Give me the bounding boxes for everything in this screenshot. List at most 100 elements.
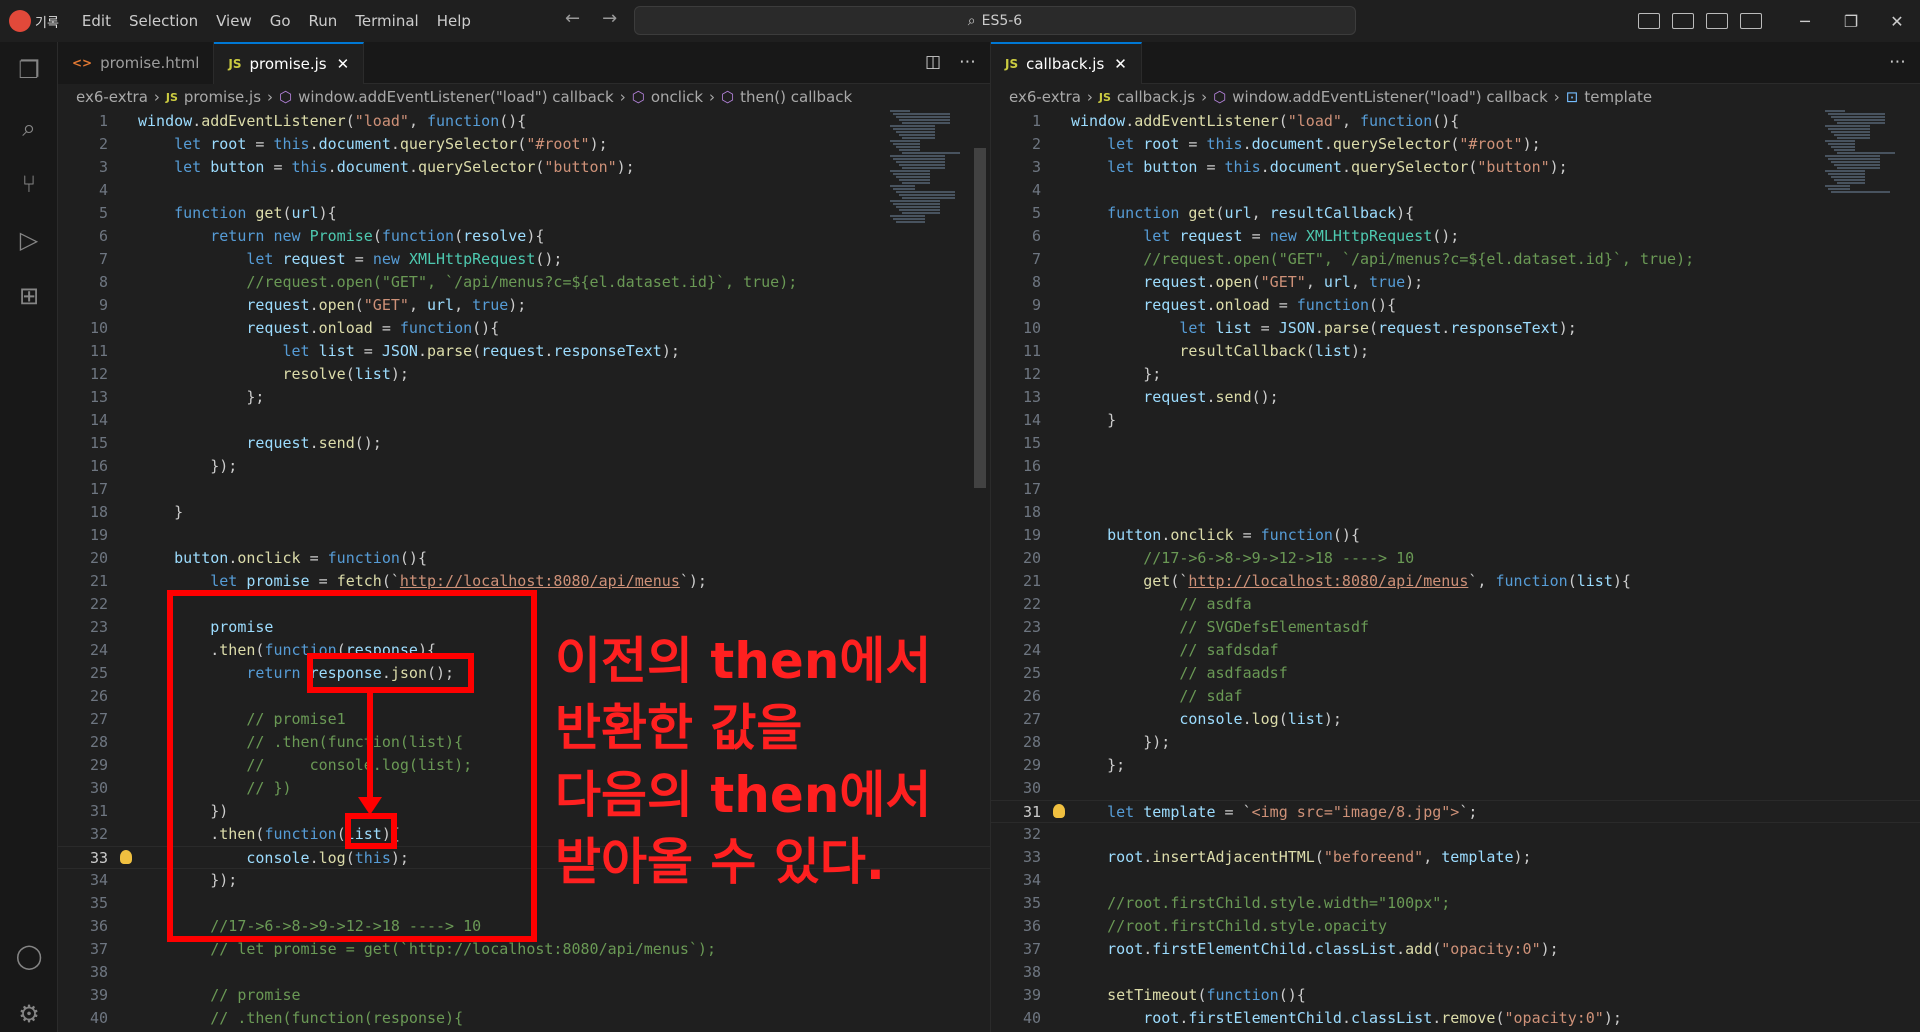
code-line[interactable]: 18 } (58, 501, 990, 524)
code-line[interactable]: 12 resolve(list); (58, 363, 990, 386)
breadcrumb-symbol[interactable]: onclick (651, 88, 703, 106)
code-line[interactable]: 37 root.firstElementChild.classList.add(… (991, 938, 1920, 961)
source-control-icon[interactable]: ⑂ (15, 170, 43, 198)
code-line[interactable]: 12 }; (991, 363, 1920, 386)
tab-promise-js[interactable]: JS promise.js ✕ (214, 42, 365, 84)
code-line[interactable]: 23 // SVGDefsElementasdf (991, 616, 1920, 639)
code-line[interactable]: 28 }); (991, 731, 1920, 754)
breadcrumb-file[interactable]: promise.js (184, 88, 261, 106)
scrollbar[interactable] (1903, 110, 1917, 1032)
code-line[interactable]: 17 (58, 478, 990, 501)
code-line[interactable]: 13 request.send(); (991, 386, 1920, 409)
code-line[interactable]: 7 //request.open("GET", `/api/menus?c=${… (991, 248, 1920, 271)
explorer-icon[interactable]: ❐ (15, 56, 43, 84)
code-line[interactable]: 9 request.open("GET", url, true); (58, 294, 990, 317)
extensions-icon[interactable]: ⊞ (15, 282, 43, 310)
minimap[interactable] (886, 110, 960, 230)
code-line[interactable]: 3 let button = this.document.querySelect… (991, 156, 1920, 179)
customize-layout-icon[interactable] (1740, 13, 1762, 29)
settings-gear-icon[interactable]: ⚙ (15, 1000, 43, 1028)
menu-run[interactable]: Run (300, 12, 347, 30)
code-line[interactable]: 2 let root = this.document.querySelector… (991, 133, 1920, 156)
code-line[interactable]: 11 resultCallback(list); (991, 340, 1920, 363)
code-line[interactable]: 1 window.addEventListener("load", functio… (991, 110, 1920, 133)
code-line[interactable]: 29 }; (991, 754, 1920, 777)
close-icon[interactable]: ✕ (1114, 55, 1127, 73)
code-line[interactable]: 19 (58, 524, 990, 547)
breadcrumb-symbol[interactable]: window.addEventListener("load") callback (298, 88, 614, 106)
code-line[interactable]: 10 request.onload = function(){ (58, 317, 990, 340)
code-line[interactable]: 26 // sdaf (991, 685, 1920, 708)
more-actions-icon[interactable]: ⋯ (1889, 52, 1906, 72)
code-line[interactable]: 34 (991, 869, 1920, 892)
code-line[interactable]: 39 setTimeout(function(){ (991, 984, 1920, 1007)
code-line[interactable]: 9 request.onload = function(){ (991, 294, 1920, 317)
menu-go[interactable]: Go (261, 12, 300, 30)
code-line[interactable]: 4 (58, 179, 990, 202)
code-line[interactable]: 17 (991, 478, 1920, 501)
code-line[interactable]: 40 root.firstElementChild.classList.remo… (991, 1007, 1920, 1030)
code-line[interactable]: 11 let list = JSON.parse(request.respons… (58, 340, 990, 363)
split-editor-icon[interactable]: ◫ (925, 52, 941, 72)
breadcrumb-file[interactable]: callback.js (1117, 88, 1195, 106)
search-icon[interactable]: ⌕ (15, 114, 43, 142)
toggle-primary-sidebar-icon[interactable] (1638, 13, 1660, 29)
scrollbar[interactable] (972, 110, 986, 1032)
restore-button[interactable]: ❐ (1828, 12, 1874, 31)
menu-help[interactable]: Help (428, 12, 480, 30)
code-line[interactable]: 20 //17->6->8->9->12->18 ----> 10 (991, 547, 1920, 570)
code-line[interactable]: 13 }; (58, 386, 990, 409)
code-line[interactable]: 14 (58, 409, 990, 432)
command-center-search[interactable]: ⌕ ES5-6 (634, 6, 1356, 35)
code-line[interactable]: 27 console.log(list); (991, 708, 1920, 731)
code-line[interactable]: 30 (991, 777, 1920, 800)
code-line[interactable]: 4 (991, 179, 1920, 202)
menu-selection[interactable]: Selection (120, 12, 207, 30)
back-arrow-icon[interactable]: ← (565, 8, 580, 29)
code-line[interactable]: 38 (58, 961, 990, 984)
breadcrumb-folder[interactable]: ex6-extra (76, 88, 148, 106)
code-line[interactable]: 8 request.open("GET", url, true); (991, 271, 1920, 294)
code-line[interactable]: 6 let request = new XMLHttpRequest(); (991, 225, 1920, 248)
code-line[interactable]: 21 get(`http://localhost:8080/api/menus`… (991, 570, 1920, 593)
breadcrumb-folder[interactable]: ex6-extra (1009, 88, 1081, 106)
accounts-icon[interactable]: ◯ (15, 942, 43, 970)
lightbulb-icon[interactable] (120, 850, 132, 864)
tab-callback-js[interactable]: JS callback.js ✕ (991, 42, 1142, 84)
scrollbar-thumb[interactable] (974, 148, 986, 488)
code-line[interactable]: 5 function get(url, resultCallback){ (991, 202, 1920, 225)
code-line[interactable]: 10 let list = JSON.parse(request.respons… (991, 317, 1920, 340)
lightbulb-icon[interactable] (1053, 804, 1065, 818)
code-line[interactable]: 40 // .then(function(response){ (58, 1007, 990, 1030)
code-line[interactable]: 39 // promise (58, 984, 990, 1007)
toggle-secondary-sidebar-icon[interactable] (1706, 13, 1728, 29)
minimap[interactable] (1821, 110, 1895, 230)
code-line[interactable]: 20 button.onclick = function(){ (58, 547, 990, 570)
code-line[interactable]: 32 (991, 823, 1920, 846)
code-line[interactable]: 3 let button = this.document.querySelect… (58, 156, 990, 179)
code-line[interactable]: 6 return new Promise(function(resolve){ (58, 225, 990, 248)
code-line[interactable]: 38 (991, 961, 1920, 984)
more-actions-icon[interactable]: ⋯ (959, 52, 976, 72)
run-debug-icon[interactable]: ▷ (15, 226, 43, 254)
code-line[interactable]: 24 // safdsdaf (991, 639, 1920, 662)
code-line[interactable]: 2 let root = this.document.querySelector… (58, 133, 990, 156)
code-line[interactable]: 8 //request.open("GET", `/api/menus?c=${… (58, 271, 990, 294)
tab-promise-html[interactable]: <> promise.html (58, 42, 215, 84)
code-line[interactable]: 15 request.send(); (58, 432, 990, 455)
code-line[interactable]: 31 let template = `<img src="image/8.jpg… (991, 800, 1920, 823)
code-editor[interactable]: 1 window.addEventListener("load", functio… (991, 110, 1920, 1032)
forward-arrow-icon[interactable]: → (602, 8, 617, 29)
code-line[interactable]: 22 // asdfa (991, 593, 1920, 616)
code-line[interactable]: 35 //root.firstChild.style.width="100px"… (991, 892, 1920, 915)
breadcrumb-symbol[interactable]: template (1584, 88, 1652, 106)
code-line[interactable]: 25 // asdfaadsf (991, 662, 1920, 685)
menu-edit[interactable]: Edit (73, 12, 120, 30)
toggle-panel-icon[interactable] (1672, 13, 1694, 29)
code-line[interactable]: 36 //root.firstChild.style.opacity (991, 915, 1920, 938)
code-line[interactable]: 5 function get(url){ (58, 202, 990, 225)
code-line[interactable]: 16 (991, 455, 1920, 478)
menu-view[interactable]: View (207, 12, 261, 30)
breadcrumb-symbol[interactable]: window.addEventListener("load") callback (1232, 88, 1548, 106)
code-line[interactable]: 7 let request = new XMLHttpRequest(); (58, 248, 990, 271)
